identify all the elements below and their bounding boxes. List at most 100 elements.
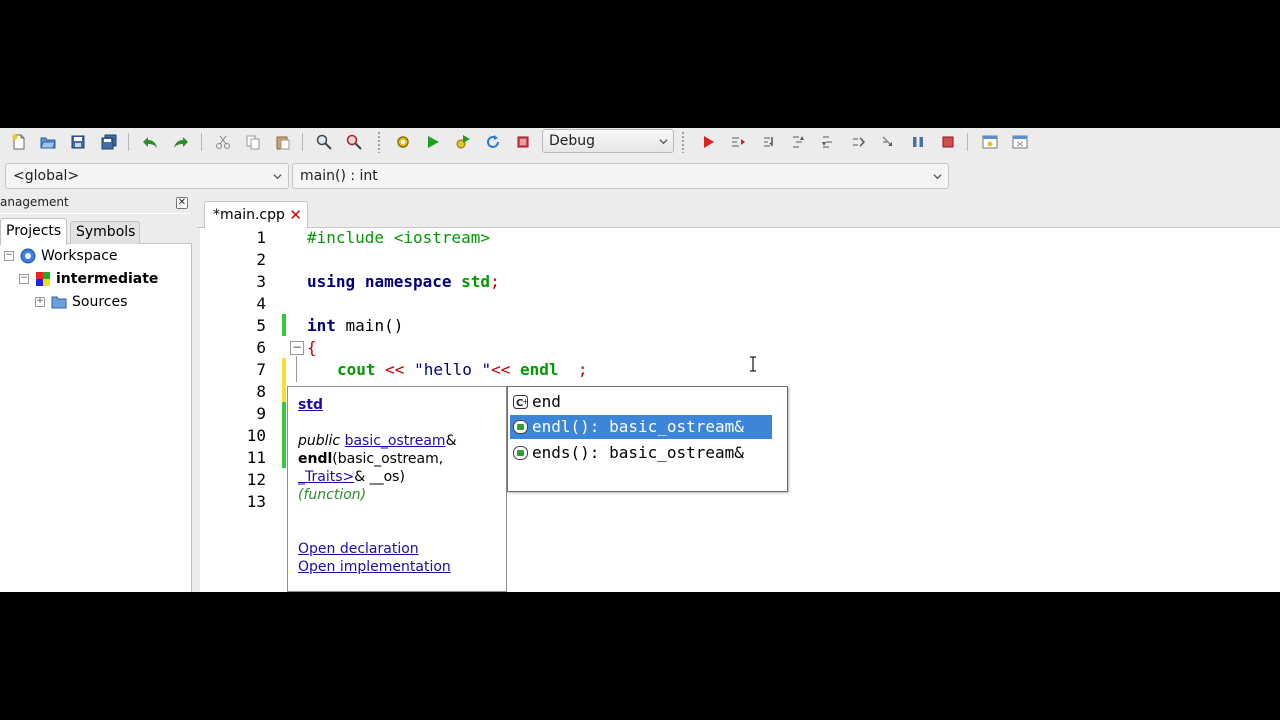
stop-debugger-icon[interactable] bbox=[936, 130, 960, 154]
replace-icon[interactable] bbox=[342, 130, 366, 154]
change-marker bbox=[282, 402, 286, 468]
build-run-icon[interactable] bbox=[451, 130, 475, 154]
string: "hello " bbox=[414, 360, 492, 379]
tab-symbols[interactable]: Symbols bbox=[70, 221, 140, 244]
line-number: 13 bbox=[246, 492, 266, 511]
tree-label: intermediate bbox=[56, 271, 159, 287]
save-all-icon[interactable] bbox=[97, 130, 121, 154]
tab-projects[interactable]: Projects bbox=[0, 218, 67, 245]
line-number: 3 bbox=[256, 272, 266, 291]
folder-icon bbox=[51, 294, 67, 310]
line-number: 4 bbox=[256, 294, 266, 313]
debug-icon[interactable] bbox=[696, 130, 720, 154]
paste-icon[interactable] bbox=[271, 130, 295, 154]
code-completion-list: C + end endl(): basic_ostream& ends(): ba… bbox=[507, 386, 788, 492]
completion-item[interactable]: C + end bbox=[510, 390, 772, 414]
cut-icon[interactable] bbox=[211, 130, 235, 154]
namespace-link[interactable]: std bbox=[298, 397, 323, 413]
chevron-down-icon bbox=[659, 139, 668, 145]
function-icon bbox=[513, 420, 528, 434]
identifier: endl bbox=[510, 360, 559, 379]
function-name: endl bbox=[298, 451, 333, 467]
completion-item[interactable]: ends(): basic_ostream& bbox=[510, 441, 772, 465]
tree-label: Sources bbox=[72, 294, 128, 310]
next-line-icon[interactable] bbox=[756, 130, 780, 154]
tree-item-workspace[interactable]: − Workspace bbox=[4, 245, 118, 267]
keyword: int bbox=[307, 316, 336, 335]
step-into-icon[interactable] bbox=[786, 130, 810, 154]
project-icon bbox=[35, 271, 51, 287]
copy-icon[interactable] bbox=[241, 130, 265, 154]
signature-line-2: endl(basic_ostream, bbox=[298, 451, 443, 467]
collapse-icon[interactable]: − bbox=[4, 251, 14, 261]
collapse-icon[interactable]: − bbox=[19, 274, 29, 284]
keyword: using bbox=[307, 272, 356, 291]
change-marker bbox=[282, 358, 286, 380]
abort-icon[interactable] bbox=[511, 130, 535, 154]
tree-item-project[interactable]: − intermediate bbox=[19, 268, 158, 290]
open-implementation-link[interactable]: Open implementation bbox=[298, 559, 451, 575]
punct: ; bbox=[490, 272, 500, 291]
params: (basic_ostream, bbox=[332, 451, 444, 467]
type-link[interactable]: basic_ostream bbox=[345, 433, 446, 449]
macro-icon: C+ bbox=[513, 395, 528, 409]
code-line-5: int main() bbox=[307, 316, 403, 335]
various-info-icon[interactable] bbox=[1008, 130, 1032, 154]
function-value: main() : int bbox=[300, 168, 378, 184]
new-file-icon[interactable] bbox=[7, 130, 31, 154]
chevron-down-icon bbox=[933, 174, 942, 180]
step-out-icon[interactable] bbox=[816, 130, 840, 154]
completion-item-selected[interactable]: endl(): basic_ostream& bbox=[510, 415, 772, 439]
tab-main-cpp[interactable]: *main.cpp ✕ bbox=[204, 201, 308, 229]
workspace-icon bbox=[20, 248, 36, 264]
change-marker bbox=[282, 314, 286, 336]
fold-icon[interactable]: − bbox=[290, 341, 304, 355]
redo-icon[interactable] bbox=[169, 130, 193, 154]
main-toolbar: Debug bbox=[0, 128, 1280, 157]
undo-icon[interactable] bbox=[138, 130, 162, 154]
operator: << bbox=[491, 360, 511, 379]
expand-icon[interactable]: + bbox=[35, 297, 45, 307]
open-declaration-link[interactable]: Open declaration bbox=[298, 541, 419, 557]
management-panel-title: anagement ✕ bbox=[0, 194, 192, 213]
signature-line-1: public basic_ostream& bbox=[298, 433, 456, 449]
code-line-7: cout << "hello "<< endl ; bbox=[337, 360, 587, 379]
identifier: cout bbox=[337, 360, 376, 379]
editor-tabbar: *main.cpp ✕ bbox=[197, 194, 1280, 229]
build-target-select[interactable]: Debug bbox=[542, 129, 674, 153]
next-instruction-icon[interactable] bbox=[846, 130, 870, 154]
scope-value: <global> bbox=[13, 168, 80, 184]
close-icon[interactable]: ✕ bbox=[176, 197, 188, 209]
traits-link[interactable]: _Traits> bbox=[298, 469, 354, 485]
documentation-popup: std public basic_ostream& endl(basic_ost… bbox=[287, 386, 507, 592]
completion-label: ends(): basic_ostream& bbox=[532, 443, 744, 462]
signature-line-3: _Traits>& __os) bbox=[298, 469, 405, 485]
line-number: 12 bbox=[246, 470, 266, 489]
keyword: namespace bbox=[364, 272, 452, 291]
code-line-1: #include <iostream> bbox=[307, 228, 491, 247]
save-icon[interactable] bbox=[66, 130, 90, 154]
tree-item-sources[interactable]: + Sources bbox=[35, 291, 127, 313]
code-completion-toolbar: <global> main() : int bbox=[0, 160, 1280, 192]
scope-select[interactable]: <global> bbox=[5, 163, 289, 189]
step-instruction-icon[interactable] bbox=[876, 130, 900, 154]
line-number: 8 bbox=[256, 382, 266, 401]
function-select[interactable]: main() : int bbox=[292, 163, 949, 189]
find-icon[interactable] bbox=[312, 130, 336, 154]
run-icon[interactable] bbox=[421, 130, 445, 154]
punct: ; bbox=[558, 360, 588, 379]
access-modifier: public bbox=[298, 433, 341, 449]
break-icon[interactable] bbox=[906, 130, 930, 154]
debug-windows-icon[interactable] bbox=[978, 130, 1002, 154]
params: & __os) bbox=[354, 469, 405, 485]
close-icon[interactable]: ✕ bbox=[289, 206, 302, 224]
identifier: std bbox=[461, 272, 491, 291]
line-number: 1 bbox=[256, 228, 266, 247]
completion-label: endl(): basic_ostream& bbox=[532, 417, 744, 436]
run-to-cursor-icon[interactable] bbox=[726, 130, 750, 154]
open-icon[interactable] bbox=[36, 130, 60, 154]
panel-title: anagement bbox=[0, 195, 69, 209]
rebuild-icon[interactable] bbox=[481, 130, 505, 154]
amp: & bbox=[445, 433, 457, 449]
build-icon[interactable] bbox=[391, 130, 415, 154]
